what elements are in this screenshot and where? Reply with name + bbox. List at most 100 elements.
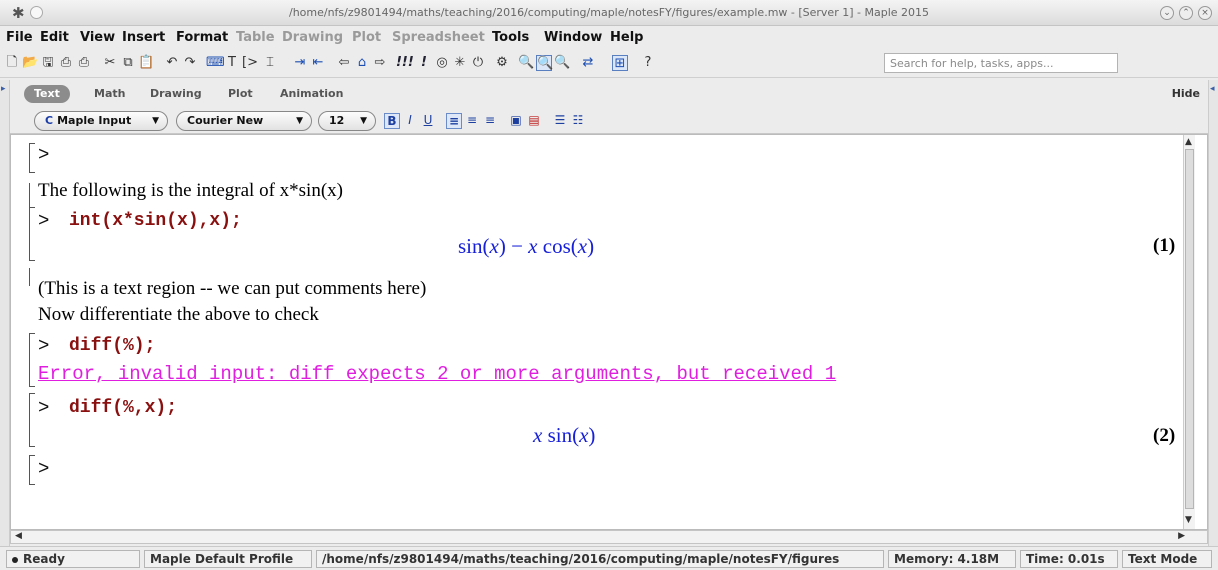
forward-arrow-icon[interactable]: ⇨: [372, 55, 388, 71]
minimize-button[interactable]: ⌄: [1160, 6, 1174, 20]
math-input-icon[interactable]: ⊞: [612, 55, 628, 71]
interrupt-icon[interactable]: ✳: [452, 55, 468, 71]
tab-drawing[interactable]: Drawing: [150, 85, 202, 103]
redo-icon[interactable]: ↷: [182, 55, 198, 71]
left-palette-dock[interactable]: ▸: [0, 80, 10, 548]
toggle-icon[interactable]: ⇄: [580, 55, 596, 71]
text-region[interactable]: (This is a text region -- we can put com…: [38, 278, 426, 300]
execute-all-icon[interactable]: !!!: [396, 55, 414, 71]
error-message[interactable]: Error, invalid input: diff expects 2 or …: [38, 363, 836, 385]
text-region[interactable]: The following is the integral of x*sin(x…: [38, 180, 343, 202]
insert-text-icon[interactable]: T: [224, 55, 240, 71]
scroll-down-icon[interactable]: ▼: [1185, 515, 1192, 525]
worksheet[interactable]: > The following is the integral of x*sin…: [10, 134, 1208, 530]
execute-icon[interactable]: !: [416, 55, 432, 71]
print-preview-icon[interactable]: ⎙: [76, 55, 92, 71]
menu-format[interactable]: Format: [176, 30, 228, 45]
menu-edit[interactable]: Edit: [40, 30, 69, 45]
bullet-list-icon[interactable]: ☰: [552, 113, 568, 129]
menu-plot[interactable]: Plot: [352, 30, 381, 45]
status-ready: Ready: [6, 550, 140, 568]
horizontal-scrollbar[interactable]: ◀ ▶: [10, 530, 1208, 544]
save-icon[interactable]: 🖫: [40, 55, 56, 71]
menu-view[interactable]: View: [80, 30, 115, 45]
outdent-icon[interactable]: ⇤: [310, 55, 326, 71]
scroll-up-icon[interactable]: ▲: [1185, 137, 1192, 147]
hide-button[interactable]: Hide: [1172, 87, 1200, 100]
menu-file[interactable]: File: [6, 30, 33, 45]
numbered-list-icon[interactable]: ☷: [570, 113, 586, 129]
menu-tools[interactable]: Tools: [492, 30, 529, 45]
new-document-icon[interactable]: 🗋: [4, 55, 20, 71]
font-select[interactable]: Courier New ▼: [176, 111, 312, 131]
italic-button[interactable]: I: [402, 113, 418, 129]
scroll-left-icon[interactable]: ◀: [15, 531, 22, 541]
tab-animation[interactable]: Animation: [280, 85, 343, 103]
align-left-icon[interactable]: ≡: [446, 113, 462, 129]
zoom-normal-icon[interactable]: 🔍: [536, 55, 553, 71]
help-icon[interactable]: ?: [640, 55, 656, 71]
open-folder-icon[interactable]: 📂: [22, 55, 38, 71]
menu-window[interactable]: Window: [544, 30, 602, 45]
prompt[interactable]: >: [38, 144, 49, 166]
indent-icon[interactable]: ⇥: [292, 55, 308, 71]
font-size-select[interactable]: 12 ▼: [318, 111, 376, 131]
tab-math[interactable]: Math: [94, 85, 125, 103]
prompt[interactable]: >: [38, 458, 49, 480]
undo-icon[interactable]: ↶: [164, 55, 180, 71]
close-button[interactable]: ×: [1198, 6, 1212, 20]
text-region[interactable]: Now differentiate the above to check: [38, 304, 319, 326]
zoom-out-icon[interactable]: 🔍: [518, 55, 534, 71]
window-title: /home/nfs/z9801494/maths/teaching/2016/c…: [288, 6, 930, 19]
insert-prompt-icon[interactable]: [>: [242, 55, 258, 71]
status-bar: Ready Maple Default Profile /home/nfs/z9…: [0, 546, 1218, 570]
debug-icon[interactable]: ◎: [434, 55, 450, 71]
underline-button[interactable]: U: [420, 113, 436, 129]
font-size-value: 12: [329, 114, 345, 127]
execution-group-bracket[interactable]: [29, 455, 35, 485]
expand-arrow-icon[interactable]: ▸: [1, 84, 6, 94]
input-mode-select[interactable]: C Maple Input ▼: [34, 111, 168, 131]
menu-table[interactable]: Table: [236, 30, 275, 45]
scroll-thumb[interactable]: [1185, 149, 1194, 509]
maple-input-line[interactable]: diff(%);: [69, 336, 155, 356]
copy-icon[interactable]: ⧉: [120, 55, 136, 71]
vertical-scrollbar[interactable]: ▲ ▼: [1183, 135, 1195, 529]
settings-icon[interactable]: ⚙: [494, 55, 510, 71]
execution-group-bracket[interactable]: [29, 207, 35, 261]
scroll-right-icon[interactable]: ▶: [1178, 531, 1185, 541]
context-bar: Text Math Drawing Plot Animation Hide: [10, 80, 1208, 108]
align-right-icon[interactable]: ≡: [482, 113, 498, 129]
paste-icon[interactable]: 📋: [138, 55, 154, 71]
tab-plot[interactable]: Plot: [228, 85, 253, 103]
maple-input-line[interactable]: int(x*sin(x),x);: [69, 211, 242, 231]
status-mode: Text Mode: [1122, 550, 1212, 568]
cut-icon[interactable]: ✂: [102, 55, 118, 71]
highlight-icon[interactable]: ▣: [508, 113, 524, 129]
input-mode-value: Maple Input: [57, 114, 132, 127]
right-palette-dock[interactable]: ◂: [1208, 80, 1218, 548]
tab-text[interactable]: Text: [24, 85, 70, 103]
bold-button[interactable]: B: [384, 113, 400, 129]
zoom-in-icon[interactable]: 🔍: [554, 55, 570, 71]
print-icon[interactable]: ⎙: [58, 55, 74, 71]
home-icon[interactable]: ⌂: [354, 55, 370, 71]
text-color-icon[interactable]: ▤: [526, 113, 542, 129]
insert-section-icon[interactable]: ⌶: [262, 55, 278, 71]
menu-help[interactable]: Help: [610, 30, 643, 45]
align-center-icon[interactable]: ≡: [464, 113, 480, 129]
back-arrow-icon[interactable]: ⇦: [336, 55, 352, 71]
restart-icon[interactable]: ⏻: [470, 55, 486, 71]
menu-insert[interactable]: Insert: [122, 30, 165, 45]
insert-math-icon[interactable]: ⌨: [206, 55, 225, 71]
maximize-button[interactable]: ⌃: [1179, 6, 1193, 20]
expand-arrow-icon[interactable]: ◂: [1210, 84, 1215, 94]
menu-spreadsheet[interactable]: Spreadsheet: [392, 30, 485, 45]
execution-group-bracket[interactable]: [29, 393, 35, 447]
menu-drawing[interactable]: Drawing: [282, 30, 343, 45]
search-input[interactable]: Search for help, tasks, apps...: [884, 53, 1118, 73]
execution-group-bracket[interactable]: [29, 143, 35, 173]
maple-input-line[interactable]: diff(%,x);: [69, 398, 177, 418]
execution-group-bracket[interactable]: [29, 333, 35, 387]
chevron-down-icon: ▼: [152, 116, 159, 126]
